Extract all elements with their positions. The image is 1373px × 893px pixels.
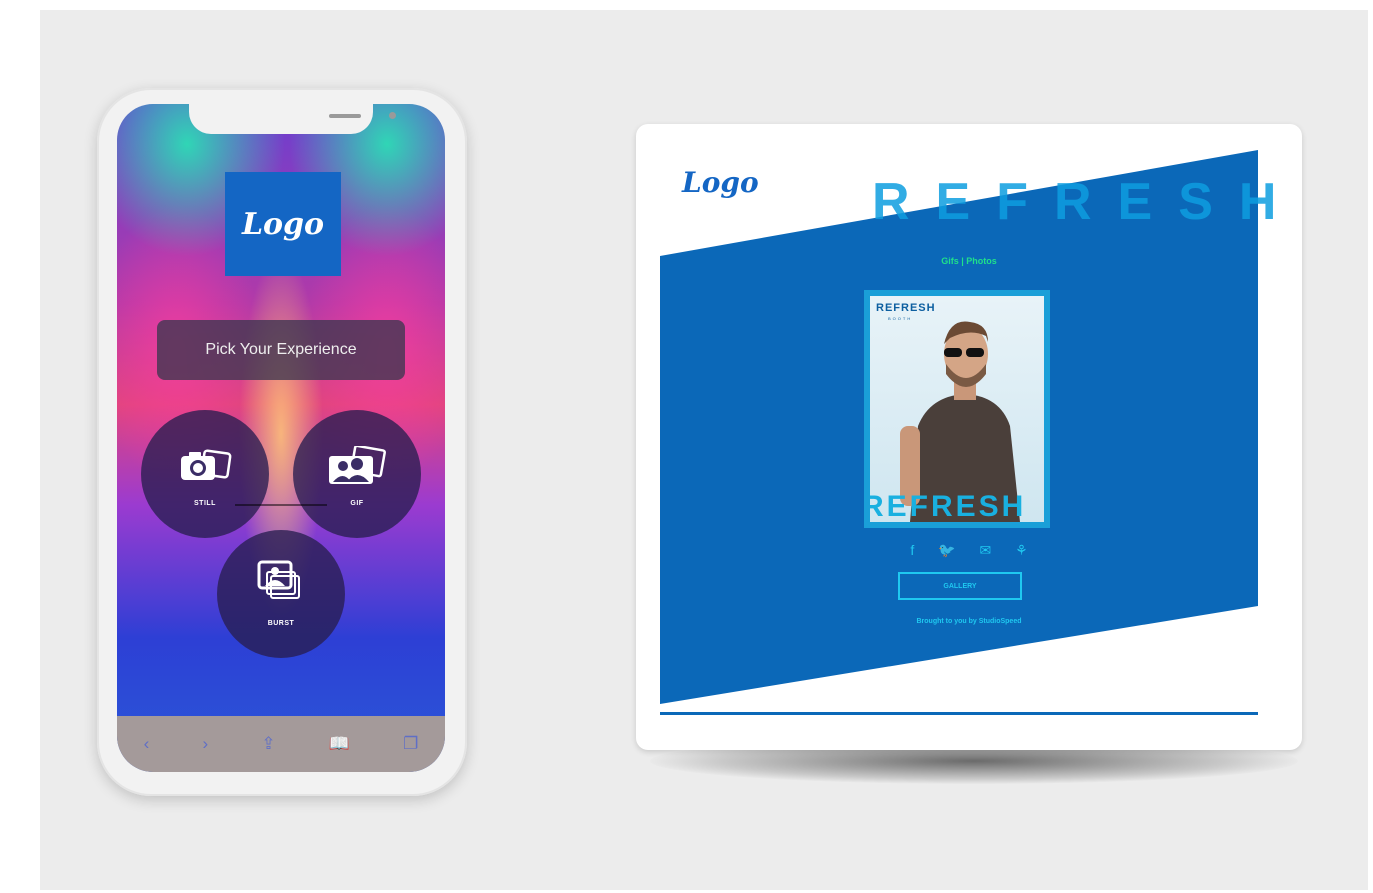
tabs-icon[interactable]: ❐ (403, 734, 418, 754)
social-share-row: f 🐦 ✉ ⚘ (636, 542, 1302, 559)
burst-label: BURST (267, 620, 295, 627)
gallery-nav[interactable]: Gifs | Photos (636, 256, 1302, 266)
still-option-button[interactable]: STILL (141, 410, 269, 538)
phone-notch (189, 104, 396, 134)
email-icon[interactable]: ✉ (979, 542, 991, 558)
facebook-icon[interactable]: f (910, 542, 914, 558)
brought-by-text: Brought to you by StudioSpeed (916, 618, 1022, 625)
gallery-card: REFRESH Logo Gifs | Photos REFRESH BOOTH… (636, 124, 1302, 750)
browser-toolbar: ‹ › ⇪ 📖 ❐ (117, 716, 445, 772)
burst-option-button[interactable]: BURST (217, 530, 345, 658)
person-illustration (900, 321, 1020, 522)
camera-dot-icon (389, 112, 396, 119)
burst-photos-icon (217, 556, 345, 611)
phone-screen: Logo Pick Your Experience STILL GIF BURS… (117, 104, 445, 772)
bookmarks-icon[interactable]: 📖 (329, 734, 350, 754)
speaker-icon (329, 114, 361, 118)
phone-logo-text: Logo (241, 206, 325, 242)
gif-option-button[interactable]: GIF (293, 410, 421, 538)
pick-experience-banner: Pick Your Experience (157, 320, 405, 380)
gallery-button[interactable]: GALLERY (898, 572, 1022, 600)
refresh-banner-text: REFRESH (872, 173, 1302, 231)
card-logo: Logo (682, 166, 759, 199)
download-icon[interactable]: ⚘ (1015, 542, 1028, 558)
gif-people-icon (293, 444, 421, 495)
forward-arrow-icon[interactable]: › (202, 734, 208, 754)
share-icon[interactable]: ⇪ (261, 734, 275, 754)
photo-frame[interactable]: REFRESH BOOTH REFRESH (864, 290, 1050, 528)
photo-overlay-text: REFRESH (870, 490, 1027, 522)
phone-mockup: Logo Pick Your Experience STILL GIF BURS… (97, 88, 467, 796)
option-divider (235, 504, 327, 506)
photo-image: REFRESH BOOTH REFRESH (870, 296, 1044, 522)
phone-logo: Logo (225, 172, 341, 276)
camera-icon (141, 446, 269, 491)
twitter-icon[interactable]: 🐦 (938, 542, 955, 558)
back-arrow-icon[interactable]: ‹ (144, 734, 150, 754)
